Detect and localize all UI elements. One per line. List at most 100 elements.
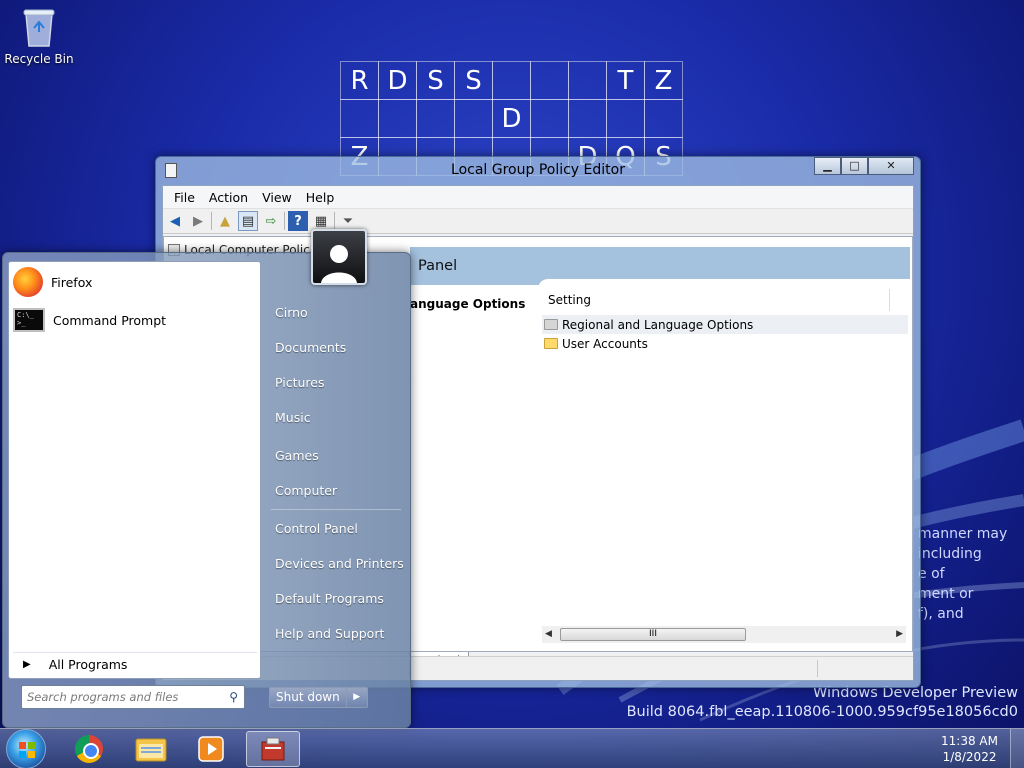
- minimize-button[interactable]: ▁: [814, 157, 841, 175]
- toolbar-separator: [334, 212, 335, 230]
- show-action-pane-icon[interactable]: ▦: [311, 211, 331, 231]
- chrome-icon: [75, 735, 103, 763]
- clock-date: 1/8/2022: [942, 750, 997, 764]
- grid-cell: [530, 61, 569, 100]
- grid-cell: [454, 99, 493, 138]
- pinned-program-command-prompt[interactable]: C:\_ >_ Command Prompt: [13, 303, 257, 337]
- program-label: Command Prompt: [53, 312, 167, 328]
- license-text-line: e of: [918, 566, 945, 582]
- menu-help[interactable]: Help: [299, 190, 342, 205]
- shutdown-control: Shut down ▶: [269, 687, 368, 708]
- shutdown-options-arrow-icon[interactable]: ▶: [347, 688, 367, 707]
- grid-cell: S: [416, 61, 455, 100]
- license-text-line: including: [918, 546, 982, 562]
- start-link-default-programs[interactable]: Default Programs: [275, 591, 407, 606]
- grid-cell: [340, 99, 379, 138]
- up-folder-icon[interactable]: ▲: [215, 211, 235, 231]
- help-icon[interactable]: ?: [288, 211, 308, 231]
- export-list-icon[interactable]: ⇨: [261, 211, 281, 231]
- grid-cell: [568, 99, 607, 138]
- settings-row-label: Regional and Language Options: [562, 317, 754, 332]
- grid-cell: D: [378, 61, 417, 100]
- maximize-button[interactable]: □: [841, 157, 868, 175]
- start-separator: [271, 509, 401, 510]
- license-text-line: ment or: [918, 586, 974, 602]
- close-button[interactable]: ✕: [868, 157, 914, 175]
- media-player-icon: [198, 736, 224, 762]
- license-text-fragment: manner may including e of ment or f), and: [918, 524, 1007, 624]
- taskbar-media-player[interactable]: [184, 731, 238, 767]
- start-link-pictures[interactable]: Pictures: [275, 375, 407, 390]
- grid-cell: Z: [644, 61, 683, 100]
- start-link-help-support[interactable]: Help and Support: [275, 626, 407, 641]
- scroll-left-icon[interactable]: ◀: [545, 626, 552, 643]
- user-avatar[interactable]: [311, 229, 367, 285]
- arrow-right-icon: ▶: [23, 659, 31, 670]
- scroll-thumb[interactable]: III: [560, 628, 746, 641]
- all-programs-label: All Programs: [48, 657, 128, 672]
- user-silhouette-icon: [321, 245, 357, 283]
- folder-gray-icon: [544, 319, 558, 330]
- start-link-cirno[interactable]: Cirno: [275, 305, 407, 320]
- column-header-setting[interactable]: Setting: [544, 289, 890, 311]
- grid-cell: S: [454, 61, 493, 100]
- start-menu: Firefox C:\_ >_ Command Prompt ▶ All Prog…: [2, 229, 411, 728]
- menu-action[interactable]: Action: [202, 190, 255, 205]
- windows-logo-icon: [19, 742, 35, 758]
- grid-cell: [378, 99, 417, 138]
- toolbar-separator: [284, 212, 285, 230]
- recycle-bin-label: Recycle Bin: [4, 52, 74, 66]
- filter-icon[interactable]: ⏷: [338, 211, 358, 231]
- window-title: Local Group Policy Editor: [451, 162, 625, 178]
- recycle-bin-icon: [22, 6, 56, 48]
- pinned-program-firefox[interactable]: Firefox: [13, 265, 257, 299]
- taskbar-group-policy-editor[interactable]: [246, 731, 300, 767]
- grid-cell: [530, 99, 569, 138]
- command-prompt-icon: C:\_ >_: [13, 308, 45, 332]
- start-link-control-panel[interactable]: Control Panel: [275, 521, 407, 536]
- settings-row[interactable]: Regional and Language Options: [542, 315, 908, 334]
- settings-row-label: User Accounts: [562, 336, 648, 351]
- policy-editor-icon: [261, 737, 285, 761]
- back-arrow-icon[interactable]: ◀: [165, 211, 185, 231]
- shutdown-button[interactable]: Shut down: [270, 688, 347, 707]
- search-placeholder: Search programs and files: [27, 690, 179, 704]
- grid-cell: R: [340, 61, 379, 100]
- build-watermark: Windows Developer Preview Build 8064.fbl…: [627, 684, 1018, 722]
- search-programs-input[interactable]: Search programs and files ⚲: [21, 685, 245, 709]
- toolbar: ◀ ▶ ▲ ▤ ⇨ ? ▦ ⏷: [163, 208, 913, 234]
- start-link-devices-printers[interactable]: Devices and Printers: [275, 556, 407, 571]
- start-link-games[interactable]: Games: [275, 448, 407, 463]
- recycle-bin-desktop-icon[interactable]: Recycle Bin: [4, 6, 74, 66]
- file-explorer-icon: [135, 738, 167, 762]
- start-link-computer[interactable]: Computer: [275, 483, 407, 498]
- grid-cell: [606, 99, 645, 138]
- start-orb-button[interactable]: [6, 729, 46, 768]
- programs-panel: Firefox C:\_ >_ Command Prompt ▶ All Prog…: [8, 261, 261, 679]
- grid-cell: T: [606, 61, 645, 100]
- show-hide-tree-icon[interactable]: ▤: [238, 211, 258, 231]
- start-link-music[interactable]: Music: [275, 410, 407, 425]
- start-link-documents[interactable]: Documents: [275, 340, 407, 355]
- taskbar: 11:38 AM 1/8/2022: [0, 728, 1024, 768]
- taskbar-chrome[interactable]: [62, 731, 116, 767]
- show-desktop-button[interactable]: [1010, 729, 1024, 768]
- firefox-icon: [13, 267, 43, 297]
- forward-arrow-icon[interactable]: ▶: [188, 211, 208, 231]
- settings-row[interactable]: User Accounts: [542, 334, 908, 353]
- grid-cell: [644, 99, 683, 138]
- search-icon[interactable]: ⚲: [229, 686, 238, 708]
- horizontal-scrollbar[interactable]: ◀ III ▶: [542, 626, 906, 643]
- folder-icon: [544, 338, 558, 349]
- all-programs-button[interactable]: ▶ All Programs: [13, 652, 257, 676]
- watermark-build: Build 8064.fbl_eeap.110806-1000.959cf95e…: [626, 704, 1018, 720]
- menu-view[interactable]: View: [255, 190, 299, 205]
- scroll-right-icon[interactable]: ▶: [896, 626, 903, 643]
- taskbar-file-explorer[interactable]: [124, 731, 178, 767]
- grid-cell: D: [492, 99, 531, 138]
- grid-cell: [568, 61, 607, 100]
- window-controls: ▁ □ ✕: [814, 157, 914, 175]
- license-text-line: f), and: [918, 606, 964, 622]
- system-clock[interactable]: 11:38 AM 1/8/2022: [941, 733, 998, 765]
- menu-file[interactable]: File: [167, 190, 202, 205]
